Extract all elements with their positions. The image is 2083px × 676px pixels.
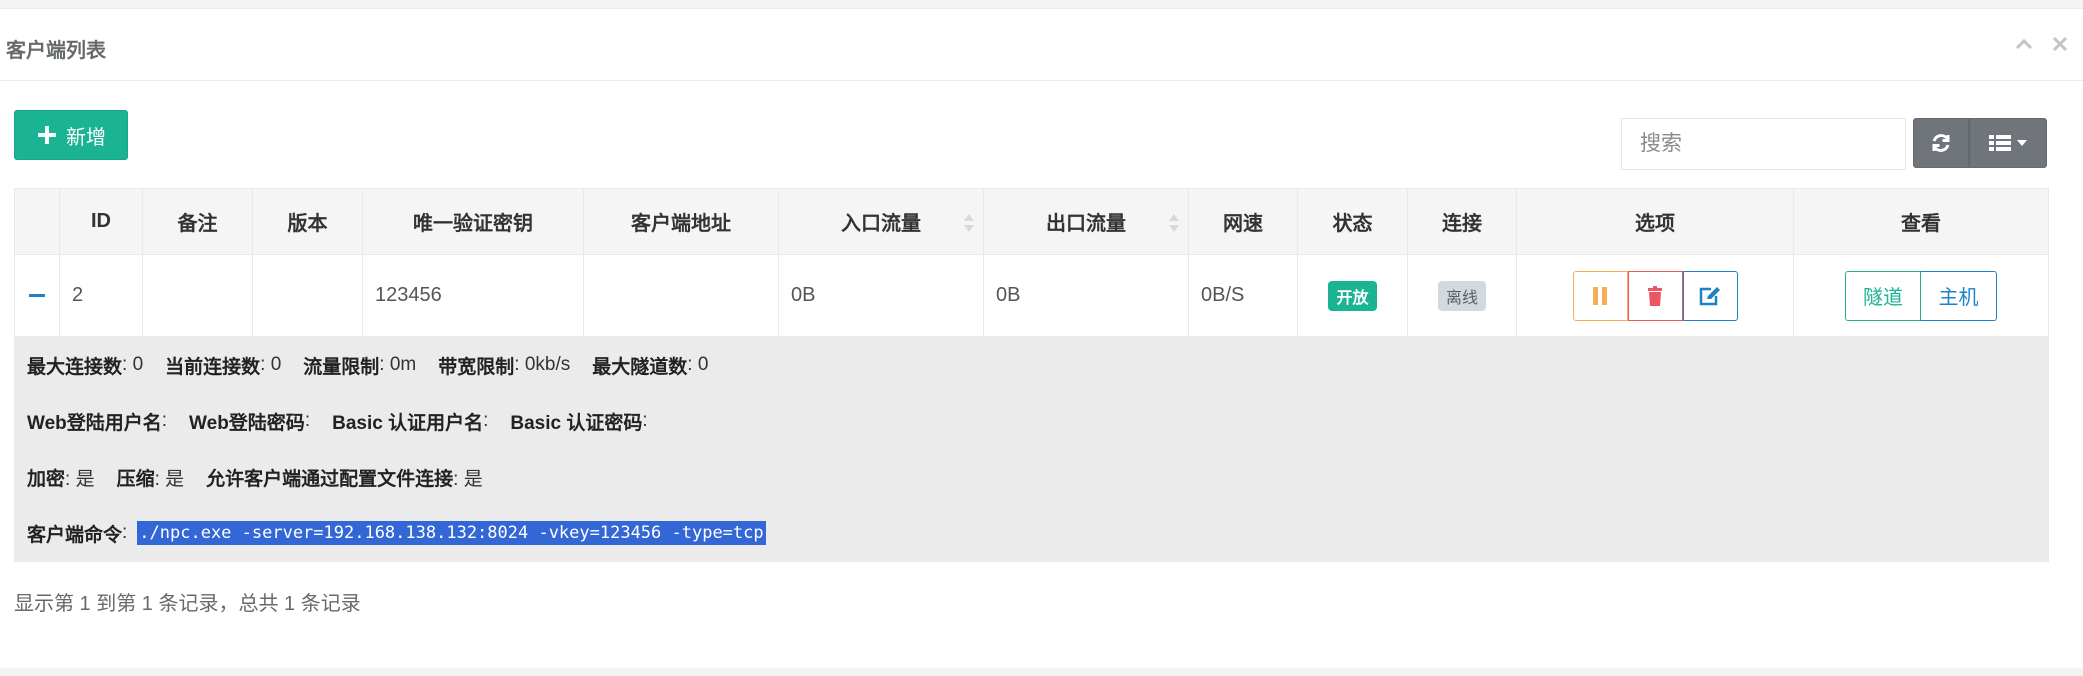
connection-badge: 离线	[1437, 280, 1486, 311]
cell-in-flow: 0B	[778, 254, 984, 337]
options-button-group	[1572, 270, 1738, 321]
pause-button[interactable]	[1572, 270, 1628, 321]
col-header-version: 版本	[252, 188, 363, 255]
col-header-status: 状态	[1297, 188, 1408, 255]
cell-out-flow: 0B	[983, 254, 1189, 337]
pagination-summary: 显示第 1 到第 1 条记录，总共 1 条记录	[14, 593, 361, 615]
panel-title: 客户端列表	[6, 40, 106, 62]
col-header-in-flow-label: 入口流量	[841, 213, 921, 235]
cell-vkey: 123456	[362, 254, 584, 337]
delete-button[interactable]	[1627, 270, 1683, 321]
view-tunnel-button[interactable]: 隧道	[1845, 270, 1921, 321]
col-header-vkey: 唯一验证密钥	[362, 188, 584, 255]
close-icon[interactable]	[2049, 33, 2071, 55]
col-header-id: ID	[59, 188, 143, 255]
crypt-value: : 是	[65, 468, 95, 490]
basic-user-label: Basic 认证用户名	[332, 412, 484, 434]
list-icon	[1989, 135, 2011, 151]
col-header-connection: 连接	[1407, 188, 1517, 255]
web-user-label: Web登陆用户名	[27, 412, 162, 434]
table-header-row: ID 备注 版本 唯一验证密钥 客户端地址 入口流量 出口流量 网速 状态 连接…	[14, 188, 2049, 255]
add-client-button[interactable]: 新增	[14, 110, 128, 160]
rate-limit-label: 带宽限制	[438, 356, 515, 378]
client-table: ID 备注 版本 唯一验证密钥 客户端地址 入口流量 出口流量 网速 状态 连接…	[14, 188, 2049, 562]
cell-remark	[142, 254, 253, 337]
col-header-address: 客户端地址	[583, 188, 779, 255]
col-header-view: 查看	[1793, 188, 2049, 255]
max-tunnel-label: 最大隧道数	[592, 356, 688, 378]
web-user-value: :	[161, 410, 168, 431]
cell-version	[252, 254, 363, 337]
collapse-chevron-up-icon[interactable]	[2013, 33, 2035, 55]
basic-pass-label: Basic 认证密码	[510, 412, 643, 434]
sort-icon	[964, 214, 974, 232]
detail-cell: 最大连接数: 0 当前连接数: 0 流量限制: 0m 带宽限制: 0kb/s 最…	[14, 336, 2049, 562]
collapse-minus-icon[interactable]	[29, 294, 45, 298]
flow-limit-label: 流量限制	[303, 356, 380, 378]
crypt-label: 加密	[27, 468, 66, 490]
view-button-group: 隧道 主机	[1845, 270, 1997, 321]
config-conn-value: : 是	[453, 468, 483, 490]
cell-status: 开放	[1297, 254, 1408, 337]
col-header-options: 选项	[1516, 188, 1794, 255]
cell-speed: 0B/S	[1188, 254, 1298, 337]
cell-address	[583, 254, 779, 337]
pause-icon	[1593, 286, 1607, 305]
col-header-expand	[14, 188, 60, 255]
col-header-out-flow-label: 出口流量	[1046, 213, 1126, 235]
col-header-speed: 网速	[1188, 188, 1298, 255]
col-header-in-flow[interactable]: 入口流量	[778, 188, 984, 255]
plus-icon	[38, 126, 56, 144]
cell-options	[1516, 254, 1794, 337]
refresh-button[interactable]	[1913, 118, 1969, 168]
detail-line-command: 客户端命令: ./npc.exe -server=192.168.138.132…	[27, 505, 2036, 561]
client-command-colon: :	[122, 522, 128, 543]
col-header-out-flow[interactable]: 出口流量	[983, 188, 1189, 255]
search-input[interactable]	[1621, 118, 1906, 170]
compress-label: 压缩	[116, 468, 155, 490]
cur-conn-value: : 0	[260, 354, 282, 375]
table-row: 2 123456 0B 0B 0B/S 开放 离线 隧道 主机	[14, 254, 2049, 337]
columns-toggle-button[interactable]	[1969, 118, 2047, 168]
trash-icon	[1648, 285, 1662, 306]
client-command-text[interactable]: ./npc.exe -server=192.168.138.132:8024 -…	[137, 521, 766, 545]
refresh-icon	[1932, 134, 1950, 152]
max-conn-value: : 0	[122, 354, 144, 375]
detail-row: 最大连接数: 0 当前连接数: 0 流量限制: 0m 带宽限制: 0kb/s 最…	[14, 336, 2049, 562]
detail-line-limits: 最大连接数: 0 当前连接数: 0 流量限制: 0m 带宽限制: 0kb/s 最…	[27, 337, 2036, 393]
web-pass-value: :	[304, 410, 311, 431]
detail-line-options: 加密: 是 压缩: 是 允许客户端通过配置文件连接: 是	[27, 449, 2036, 505]
add-client-label: 新增	[66, 126, 106, 149]
flow-limit-value: : 0m	[379, 354, 417, 375]
cell-connection: 离线	[1407, 254, 1517, 337]
detail-line-auth: Web登陆用户名: Web登陆密码: Basic 认证用户名: Basic 认证…	[27, 393, 2036, 449]
cell-expand	[14, 254, 60, 337]
cur-conn-label: 当前连接数	[165, 356, 261, 378]
panel-tools	[2013, 33, 2071, 55]
panel-header: 客户端列表	[0, 9, 2083, 81]
config-conn-label: 允许客户端通过配置文件连接	[206, 468, 454, 490]
table-toolbar-buttons	[1913, 118, 2047, 168]
edit-icon	[1699, 286, 1720, 305]
max-tunnel-value: : 0	[687, 354, 709, 375]
view-host-button[interactable]: 主机	[1921, 270, 1997, 321]
cell-view: 隧道 主机	[1793, 254, 2049, 337]
basic-user-value: :	[483, 410, 489, 431]
col-header-remark: 备注	[142, 188, 253, 255]
edit-button[interactable]	[1682, 270, 1738, 321]
max-conn-label: 最大连接数	[27, 356, 123, 378]
client-command-label: 客户端命令	[27, 524, 123, 546]
web-pass-label: Web登陆密码	[189, 412, 305, 434]
basic-pass-value: :	[642, 410, 648, 431]
sort-icon	[1169, 214, 1179, 232]
compress-value: : 是	[154, 468, 185, 490]
rate-limit-value: : 0kb/s	[514, 354, 571, 375]
cell-id: 2	[59, 254, 143, 337]
caret-down-icon	[2017, 140, 2027, 146]
status-badge: 开放	[1328, 280, 1377, 311]
